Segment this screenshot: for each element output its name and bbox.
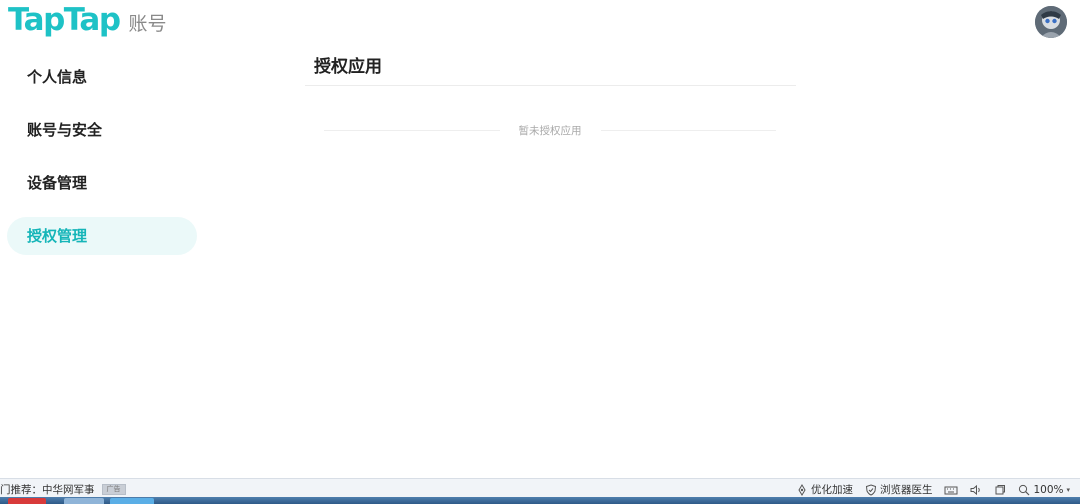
rocket-icon	[798, 483, 806, 496]
taskbar-app-1[interactable]	[8, 498, 46, 504]
volume-icon	[970, 484, 981, 495]
page-title: 授权应用	[314, 57, 382, 77]
sidebar-item-device-management[interactable]: 设备管理	[7, 164, 197, 202]
empty-state-text: 暂未授权应用	[518, 124, 582, 137]
sidebar-item-authorization[interactable]: 授权管理	[7, 217, 197, 255]
volume-button[interactable]	[970, 484, 982, 496]
avatar[interactable]	[1035, 6, 1067, 38]
taptap-logo[interactable]: TapTap 账号	[8, 2, 167, 38]
browser-statusbar: 门推荐：中华网军事 广告 优化加速 浏览器医生 100% ▾	[0, 478, 1080, 498]
avatar-image	[1035, 6, 1067, 38]
empty-divider-right	[600, 129, 776, 131]
sidebar: 个人信息 账号与安全 设备管理 授权管理	[7, 58, 197, 270]
title-divider	[305, 85, 796, 86]
browser-doctor-button[interactable]: 浏览器医生	[865, 482, 933, 497]
sidebar-item-profile[interactable]: 个人信息	[7, 58, 197, 96]
zoom-level: 100%	[1033, 483, 1064, 496]
sidebar-item-account-security[interactable]: 账号与安全	[7, 111, 197, 149]
statusbar-right: 优化加速 浏览器医生 100% ▾	[796, 482, 1070, 497]
chevron-down-icon: ▾	[1066, 485, 1070, 494]
taskbar	[0, 497, 1080, 504]
section-name: 账号	[128, 13, 167, 35]
keyboard-button[interactable]	[944, 484, 958, 496]
brand-name: TapTap	[8, 2, 121, 38]
speedup-label: 优化加速	[810, 484, 853, 496]
taskbar-app-2[interactable]	[64, 498, 104, 504]
taskbar-app-3[interactable]	[110, 498, 154, 504]
page: TapTap 账号 个人信息 账号与安全 设备管理 授权管理 授权应用 暂未授权…	[0, 0, 1080, 504]
speedup-button[interactable]: 优化加速	[796, 482, 853, 497]
statusbar-left: 门推荐：中华网军事 广告	[0, 482, 126, 497]
browser-doctor-label: 浏览器医生	[879, 484, 933, 496]
empty-state: 暂未授权应用	[324, 122, 776, 138]
ad-badge: 广告	[101, 484, 126, 495]
recommendation-link[interactable]: 门推荐：中华网军事	[0, 482, 95, 497]
zoom-icon	[1019, 484, 1030, 495]
keyboard-icon	[944, 486, 958, 494]
zoom-control[interactable]: 100% ▾	[1018, 484, 1070, 496]
window-icon	[995, 484, 1006, 494]
window-button[interactable]	[994, 484, 1006, 496]
empty-divider-left	[324, 129, 500, 131]
shield-icon	[865, 483, 876, 496]
